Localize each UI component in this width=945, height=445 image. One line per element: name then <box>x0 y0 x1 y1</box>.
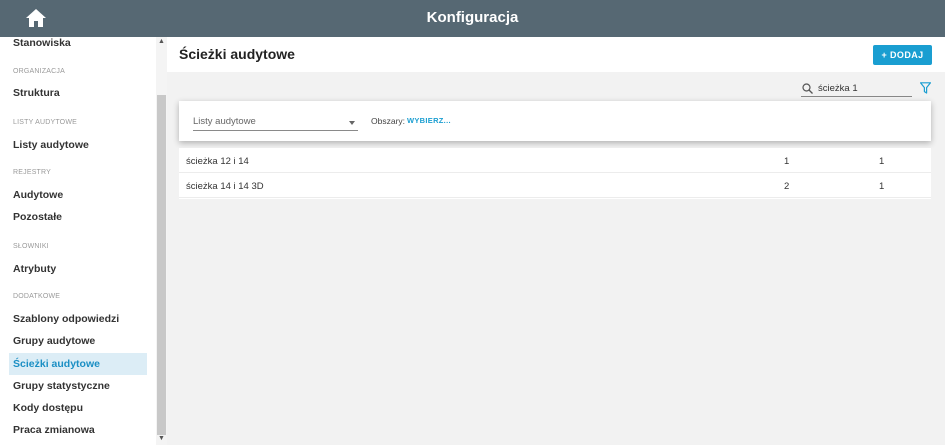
app-title: Konfiguracja <box>426 9 519 26</box>
top-bar: Konfiguracja <box>0 0 945 37</box>
row-name: ścieżka 12 i 14 <box>186 156 249 167</box>
sidebar-item-struktura[interactable]: Struktura <box>9 82 147 104</box>
scrollbar-thumb[interactable] <box>157 95 166 435</box>
areas-select-link[interactable]: WYBIERZ... <box>407 116 451 125</box>
row-col1: 2 <box>784 181 790 192</box>
search-icon <box>802 83 813 94</box>
sidebar-item-sciezki-audytowe[interactable]: Ścieżki audytowe <box>9 353 147 375</box>
scroll-down-icon[interactable]: ▼ <box>158 435 165 442</box>
chevron-down-icon <box>349 121 355 125</box>
sidebar: Stanowiska ORGANIZACJA Struktura LISTY A… <box>0 37 167 445</box>
sidebar-item-stanowiska[interactable]: Stanowiska <box>9 37 147 54</box>
row-name: ścieżka 14 i 14 3D <box>186 181 264 192</box>
search-input[interactable] <box>818 81 910 95</box>
page-title: Ścieżki audytowe <box>179 46 295 62</box>
sidebar-item-audytowe[interactable]: Audytowe <box>9 184 147 206</box>
sidebar-section-rejestry: REJESTRY <box>13 169 52 176</box>
row-col1: 1 <box>784 156 790 167</box>
main-content: Ścieżki audytowe + DODAJ Listy audytowe … <box>167 37 945 445</box>
row-col2: 1 <box>879 181 885 192</box>
sidebar-item-pozostale[interactable]: Pozostałe <box>9 206 147 228</box>
table-row[interactable]: ścieżka 14 i 14 3D 2 1 <box>179 173 931 198</box>
add-button[interactable]: + DODAJ <box>873 45 932 65</box>
sidebar-section-organizacja: ORGANIZACJA <box>13 68 65 75</box>
audit-list-select-value: Listy audytowe <box>193 116 256 127</box>
sidebar-item-grupy-audytowe[interactable]: Grupy audytowe <box>9 330 147 352</box>
areas-label: Obszary: <box>371 116 406 126</box>
sidebar-item-kody-dostepu[interactable]: Kody dostępu <box>9 397 147 419</box>
sidebar-scrollbar[interactable]: ▲ ▼ <box>156 37 167 445</box>
row-col2: 1 <box>879 156 885 167</box>
sidebar-item-grupy-statystyczne[interactable]: Grupy statystyczne <box>9 375 147 397</box>
sidebar-item-szablony-odpowiedzi[interactable]: Szablony odpowiedzi <box>9 308 147 330</box>
search-field[interactable] <box>801 80 912 97</box>
scroll-up-icon[interactable]: ▲ <box>158 38 165 45</box>
sidebar-item-listy-audytowe[interactable]: Listy audytowe <box>9 134 147 156</box>
sidebar-item-atrybuty[interactable]: Atrybuty <box>9 258 147 280</box>
table-row[interactable]: ścieżka 12 i 14 1 1 <box>179 148 931 173</box>
sidebar-item-praca-zmianowa[interactable]: Praca zmianowa <box>9 419 147 441</box>
filter-icon[interactable] <box>920 82 931 94</box>
sidebar-section-listy-audytowe: LISTY AUDYTOWE <box>13 119 78 126</box>
audit-list-select[interactable]: Listy audytowe <box>193 114 358 131</box>
page-header: Ścieżki audytowe + DODAJ <box>167 37 945 72</box>
sidebar-section-dodatkowe: DODATKOWE <box>13 293 61 300</box>
filter-panel: Listy audytowe Obszary: WYBIERZ... <box>179 101 931 141</box>
sidebar-section-slowniki: SŁOWNIKI <box>13 243 49 250</box>
paths-table: ścieżka 12 i 14 1 1 ścieżka 14 i 14 3D 2… <box>179 148 931 199</box>
